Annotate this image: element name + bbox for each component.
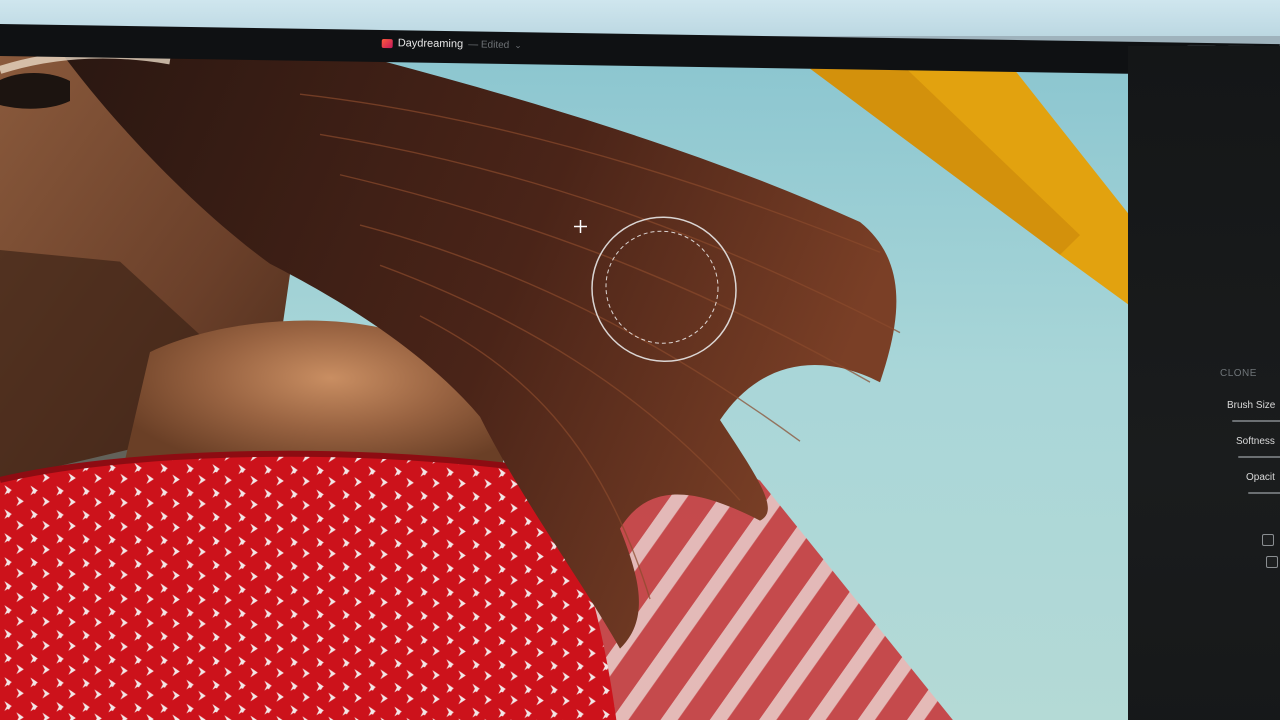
- opacity-label: Opacit: [1246, 472, 1275, 483]
- window-title-group[interactable]: Daydreaming — Edited ⌄: [381, 37, 522, 51]
- clone-section-title: CLONE: [1220, 368, 1257, 379]
- option-checkbox-2[interactable]: [1266, 556, 1278, 568]
- photo-app-icon: [381, 38, 393, 48]
- softness-label: Softness: [1236, 436, 1275, 447]
- edited-status: — Edited: [468, 38, 510, 51]
- inspector-panel: CLONE Brush Size Softness Opacit: [1128, 46, 1280, 720]
- softness-slider[interactable]: [1238, 456, 1280, 458]
- crosshair-cursor-icon: [574, 220, 587, 233]
- photo-canvas[interactable]: [0, 50, 1130, 720]
- app-screen: Daydreaming — Edited ⌄ ⌗ ▯ ▦ CLONE Brush…: [0, 0, 1280, 720]
- brush-size-label: Brush Size: [1227, 400, 1276, 411]
- chevron-down-icon[interactable]: ⌄: [514, 40, 522, 51]
- opacity-slider[interactable]: [1248, 492, 1280, 494]
- clone-brush-overlay: [591, 216, 737, 363]
- option-checkbox-1[interactable]: [1262, 534, 1274, 546]
- window-title: Daydreaming: [397, 37, 464, 51]
- brush-size-slider[interactable]: [1232, 420, 1280, 422]
